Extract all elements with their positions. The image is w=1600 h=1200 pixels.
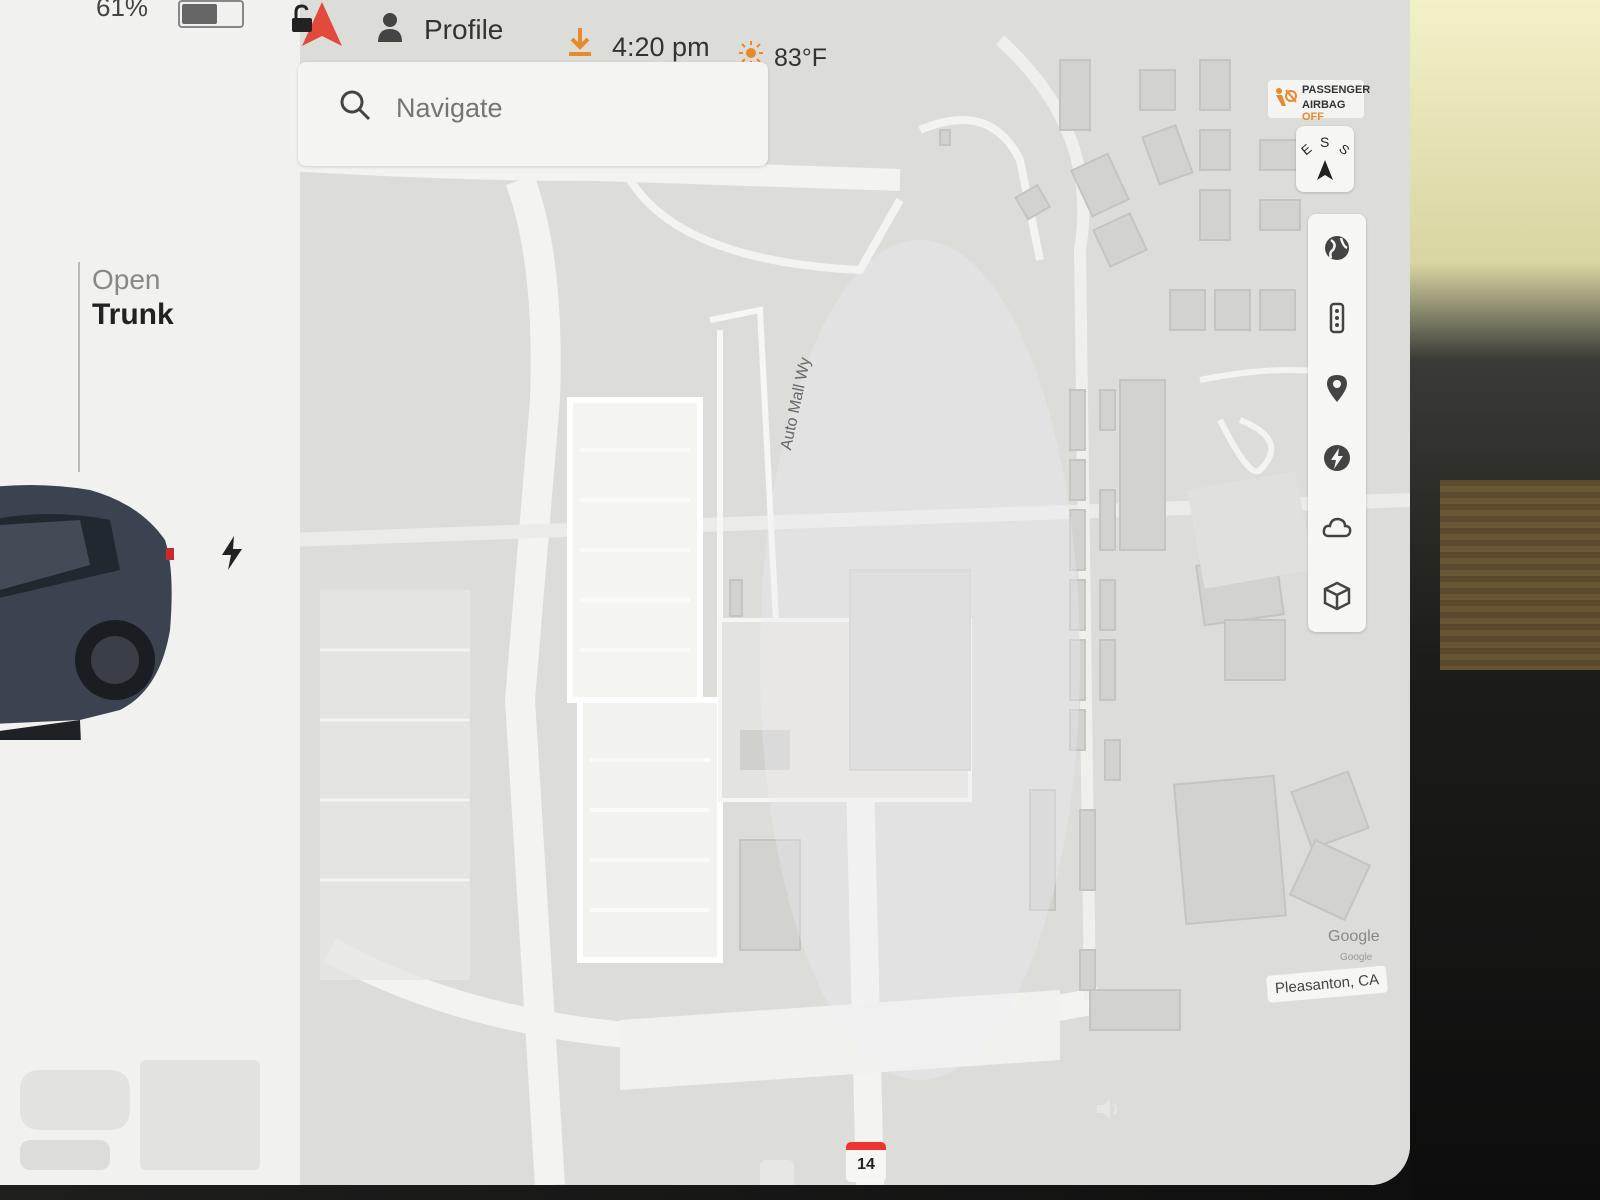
battery-fill: [182, 4, 217, 24]
dashboard-wood-trim: [1440, 480, 1600, 670]
volume-icon[interactable]: [1094, 1094, 1124, 1124]
dock-app-icon[interactable]: [760, 1160, 794, 1185]
calendar-day: 14: [857, 1156, 875, 1173]
touchscreen: 61% Open Trunk Auto Mall Wy Profile 4:20…: [0, 0, 1410, 1185]
map-roads: [300, 0, 1410, 1185]
seat-controls-icon[interactable]: [10, 1050, 270, 1180]
compass-south-label: S: [1320, 134, 1330, 150]
trunk-label[interactable]: Trunk: [92, 298, 174, 332]
clock-time: 4:20 pm: [612, 32, 710, 62]
pin-icon[interactable]: [1321, 372, 1353, 404]
search-icon: [340, 90, 371, 121]
airbag-off-icon: [1276, 88, 1297, 106]
passenger-airbag-indicator: PASSENGER AIRBAG OFF: [1268, 80, 1370, 123]
cube-icon[interactable]: [1321, 580, 1353, 612]
navigate-search-bar[interactable]: [298, 62, 768, 166]
map-attribution-small: Google: [1340, 952, 1373, 963]
compass-button[interactable]: E S S: [1296, 126, 1354, 192]
compass-arrow-icon: [1317, 160, 1333, 180]
calendar-icon[interactable]: 14: [846, 1142, 886, 1182]
navigate-input[interactable]: [394, 92, 738, 125]
compass-west-label: E: [1298, 140, 1315, 159]
outside-temperature: 83°F: [774, 44, 828, 72]
airbag-status: OFF: [1302, 111, 1324, 123]
airbag-label-line1: PASSENGER: [1302, 84, 1371, 96]
map-toolbar: [1308, 214, 1366, 632]
globe-icon[interactable]: [1321, 232, 1353, 264]
charge-port-icon[interactable]: [220, 536, 244, 570]
airbag-prefix: AIRBAG: [1302, 99, 1346, 111]
map-attribution: Google: [1328, 928, 1380, 945]
unlock-icon[interactable]: [288, 4, 314, 34]
bolt-icon[interactable]: [1321, 442, 1353, 474]
map-view[interactable]: Auto Mall Wy: [300, 0, 1410, 1185]
airbag-label-line2: AIRBAG OFF: [1302, 99, 1364, 123]
software-update-icon[interactable]: [568, 28, 592, 58]
traffic-icon[interactable]: [1321, 302, 1353, 334]
trunk-indicator-line: [78, 262, 80, 472]
car-model-image[interactable]: [0, 480, 195, 740]
car-status-panel: 61% Open Trunk: [0, 0, 301, 1185]
profile-button[interactable]: Profile: [424, 14, 503, 46]
trunk-open-label[interactable]: Open: [92, 264, 161, 296]
profile-icon[interactable]: [376, 12, 404, 42]
compass-east-label: S: [1336, 140, 1353, 159]
battery-icon: [178, 0, 244, 28]
battery-percent: 61%: [96, 0, 149, 22]
cloud-icon[interactable]: [1321, 512, 1353, 544]
